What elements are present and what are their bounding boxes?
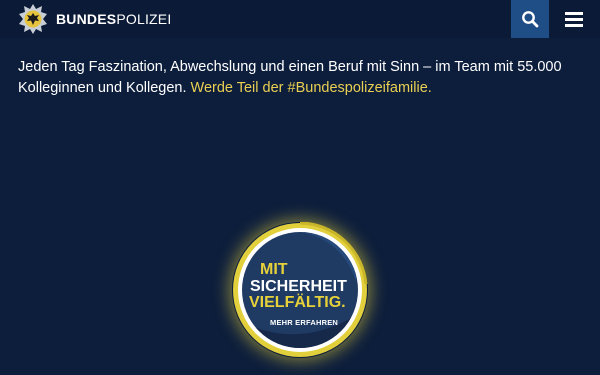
- eagle-star-icon[interactable]: [18, 4, 48, 34]
- brand-regular: POLIZEI: [116, 11, 172, 27]
- search-button[interactable]: [511, 0, 549, 38]
- top-header: BUNDESPOLIZEI: [0, 0, 600, 38]
- campaign-badge-text: MIT SICHERHEIT VIELFÄLTIG. MEHR ERFAHREN: [232, 222, 368, 358]
- badge-line-1: MIT: [260, 261, 288, 278]
- menu-button[interactable]: [556, 0, 592, 38]
- brand-wordmark[interactable]: BUNDESPOLIZEI: [56, 11, 171, 27]
- badge-line-3: VIELFÄLTIG.: [249, 294, 346, 311]
- badge-more-link[interactable]: MEHR ERFAHREN: [270, 318, 338, 327]
- campaign-badge[interactable]: MIT SICHERHEIT VIELFÄLTIG. MEHR ERFAHREN: [232, 222, 368, 358]
- intro-cta-link[interactable]: Werde Teil der #Bundespolizeifamilie.: [191, 80, 432, 96]
- hamburger-menu-icon: [565, 11, 583, 27]
- intro-paragraph: Jeden Tag Faszination, Abwechslung und e…: [18, 57, 578, 99]
- brand-bold: BUNDES: [56, 11, 117, 27]
- badge-line-2: SICHERHEIT: [250, 278, 347, 295]
- search-icon: [522, 11, 539, 28]
